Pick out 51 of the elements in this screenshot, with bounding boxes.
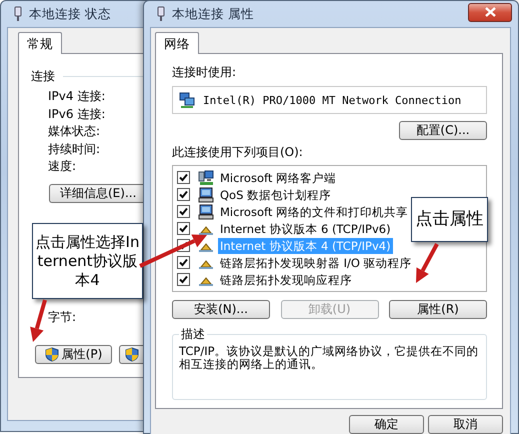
computer-icon xyxy=(198,204,214,220)
field-label: 持续时间: xyxy=(48,142,102,157)
tab[interactable]: 常规 xyxy=(18,32,62,54)
checkbox[interactable] xyxy=(177,222,190,235)
callout: 点击属性选择Internent协议版本4 xyxy=(32,223,143,299)
field-label: IPv6 连接: xyxy=(48,106,106,122)
tab[interactable]: 网络 xyxy=(155,32,199,54)
section-title: 连接 xyxy=(31,68,55,85)
field-label: 连接时使用: xyxy=(172,64,238,81)
checkbox[interactable] xyxy=(177,256,190,269)
checkbox[interactable] xyxy=(177,188,190,201)
list-item[interactable]: 链路层拓扑发现映射器 I/O 驱动程序 xyxy=(218,254,414,270)
shield-button[interactable] xyxy=(118,344,143,364)
shield-icon xyxy=(44,346,59,362)
computer-icon xyxy=(198,186,214,202)
list-label: 此连接使用下列项目(O): xyxy=(172,144,304,161)
adapter-name: Intel(R) PRO/1000 MT Network Connection xyxy=(203,94,462,106)
arrow xyxy=(139,234,207,268)
network-client-icon xyxy=(198,170,214,186)
action-button[interactable]: 安装(N)... xyxy=(172,300,270,319)
properties-button[interactable]: 属性(P) xyxy=(35,344,112,364)
checkbox[interactable] xyxy=(177,273,190,286)
dialog-button[interactable]: 取消 xyxy=(428,415,503,434)
field-label: IPv4 连接: xyxy=(48,89,106,104)
list-item[interactable]: QoS 数据包计划程序 xyxy=(218,186,334,202)
close-icon xyxy=(484,7,496,17)
field-label: 字节: xyxy=(48,308,76,326)
description-text: TCP/IP。该协议是默认的广域网络协议，它提供在不同的相互连接的网络上的通讯。 xyxy=(179,345,480,371)
configure-button[interactable]: 配置(C)... xyxy=(399,121,487,140)
close-button[interactable] xyxy=(468,2,512,22)
window-title: 本地连接 属性 xyxy=(172,6,255,22)
arrow xyxy=(30,299,47,342)
shield-icon xyxy=(124,346,139,362)
list-item[interactable]: 链路层拓扑发现响应程序 xyxy=(218,272,354,288)
connection-icon xyxy=(13,6,23,22)
dialog-button[interactable]: 确定 xyxy=(349,415,424,434)
list-item[interactable]: Microsoft 网络的文件和打印机共享 xyxy=(218,204,410,220)
field-label: 媒体状态: xyxy=(48,124,102,140)
list-item[interactable]: Internet 协议版本 6 (TCP/IPv6) xyxy=(218,220,393,236)
group-title: 描述 xyxy=(179,326,207,343)
field-label: 速度: xyxy=(48,159,78,174)
checkbox[interactable] xyxy=(177,171,190,184)
window-title: 本地连接 状态 xyxy=(29,6,112,22)
checkbox[interactable] xyxy=(177,205,190,218)
details-button[interactable]: 详细信息(E)... xyxy=(49,184,143,202)
action-button[interactable]: 属性(R) xyxy=(389,300,487,319)
connection-icon xyxy=(156,6,166,22)
arrow xyxy=(416,243,439,283)
callout: 点击属性 xyxy=(411,197,488,242)
network-adapter-icon xyxy=(179,92,195,108)
list-item[interactable]: Microsoft 网络客户端 xyxy=(218,170,338,186)
